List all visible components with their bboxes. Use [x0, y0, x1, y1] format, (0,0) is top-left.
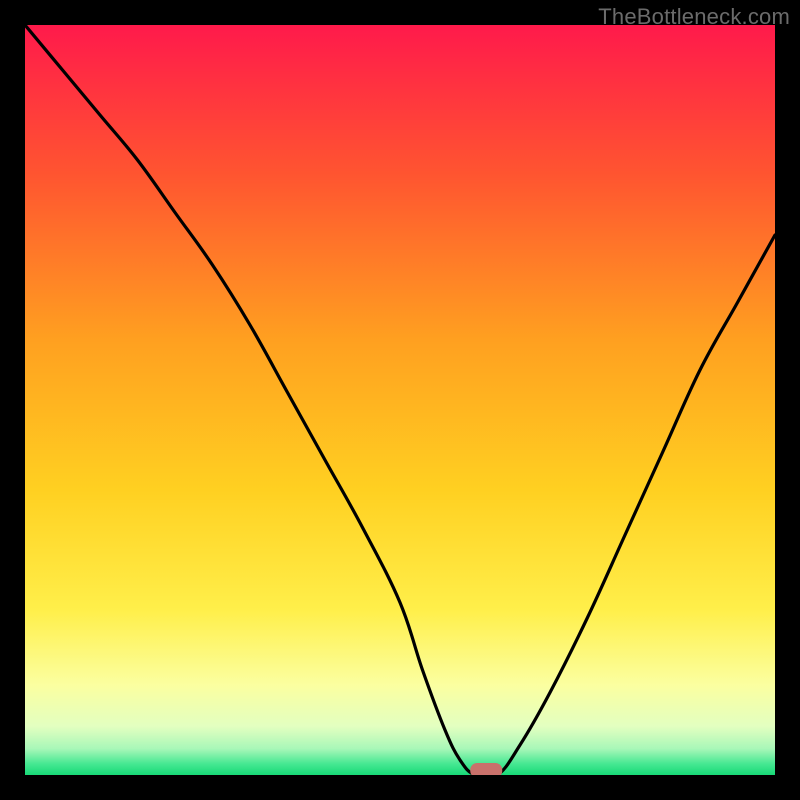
bottleneck-chart	[25, 25, 775, 775]
gradient-background	[25, 25, 775, 775]
chart-frame: TheBottleneck.com	[0, 0, 800, 800]
plot-area	[25, 25, 775, 775]
optimal-point-marker	[470, 763, 502, 775]
